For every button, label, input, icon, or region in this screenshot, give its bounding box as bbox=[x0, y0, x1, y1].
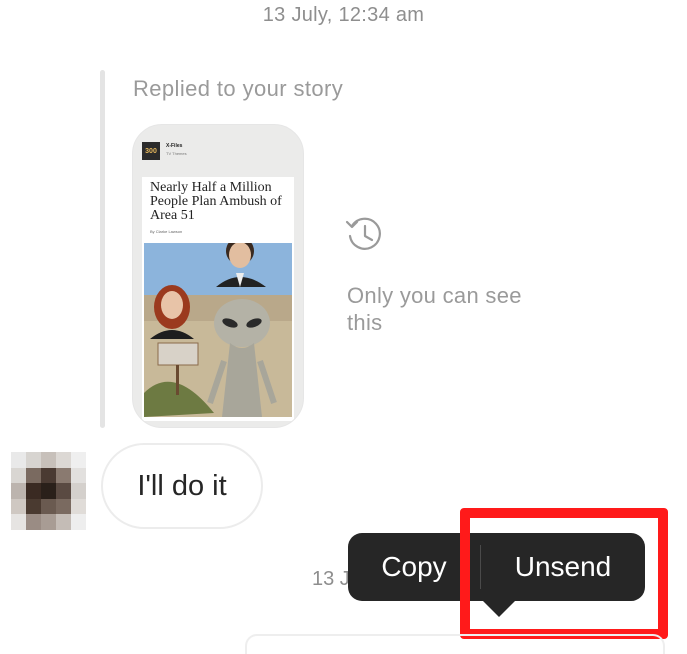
reply-indicator-bar bbox=[100, 70, 105, 428]
only-you-notice: Only you can see this bbox=[347, 283, 522, 335]
message-timestamp: 13 July, 12:34 am bbox=[312, 568, 352, 590]
story-headline: Nearly Half a Million People Plan Ambush… bbox=[150, 180, 282, 223]
message-input-edge[interactable] bbox=[245, 634, 665, 654]
message-bubble[interactable]: I'll do it bbox=[101, 443, 263, 529]
story-preview-card[interactable]: 300 X-Files TV Themes Nearly Half a Mill… bbox=[132, 124, 304, 428]
message-timestamp: 13 July, 12:34 am bbox=[262, 4, 425, 26]
story-brand-subtitle: TV Themes bbox=[166, 151, 187, 156]
avatar[interactable] bbox=[11, 452, 86, 530]
unsend-highlight-annotation bbox=[460, 508, 668, 639]
story-logo: 300 bbox=[142, 142, 160, 160]
story-brand: X-Files bbox=[166, 143, 183, 149]
story-article: Nearly Half a Million People Plan Ambush… bbox=[142, 177, 294, 421]
story-photo bbox=[144, 243, 292, 417]
replied-to-story-label: Replied to your story bbox=[133, 76, 344, 101]
history-icon bbox=[345, 217, 381, 250]
story-byline: By Clarke Lawson bbox=[150, 229, 183, 234]
